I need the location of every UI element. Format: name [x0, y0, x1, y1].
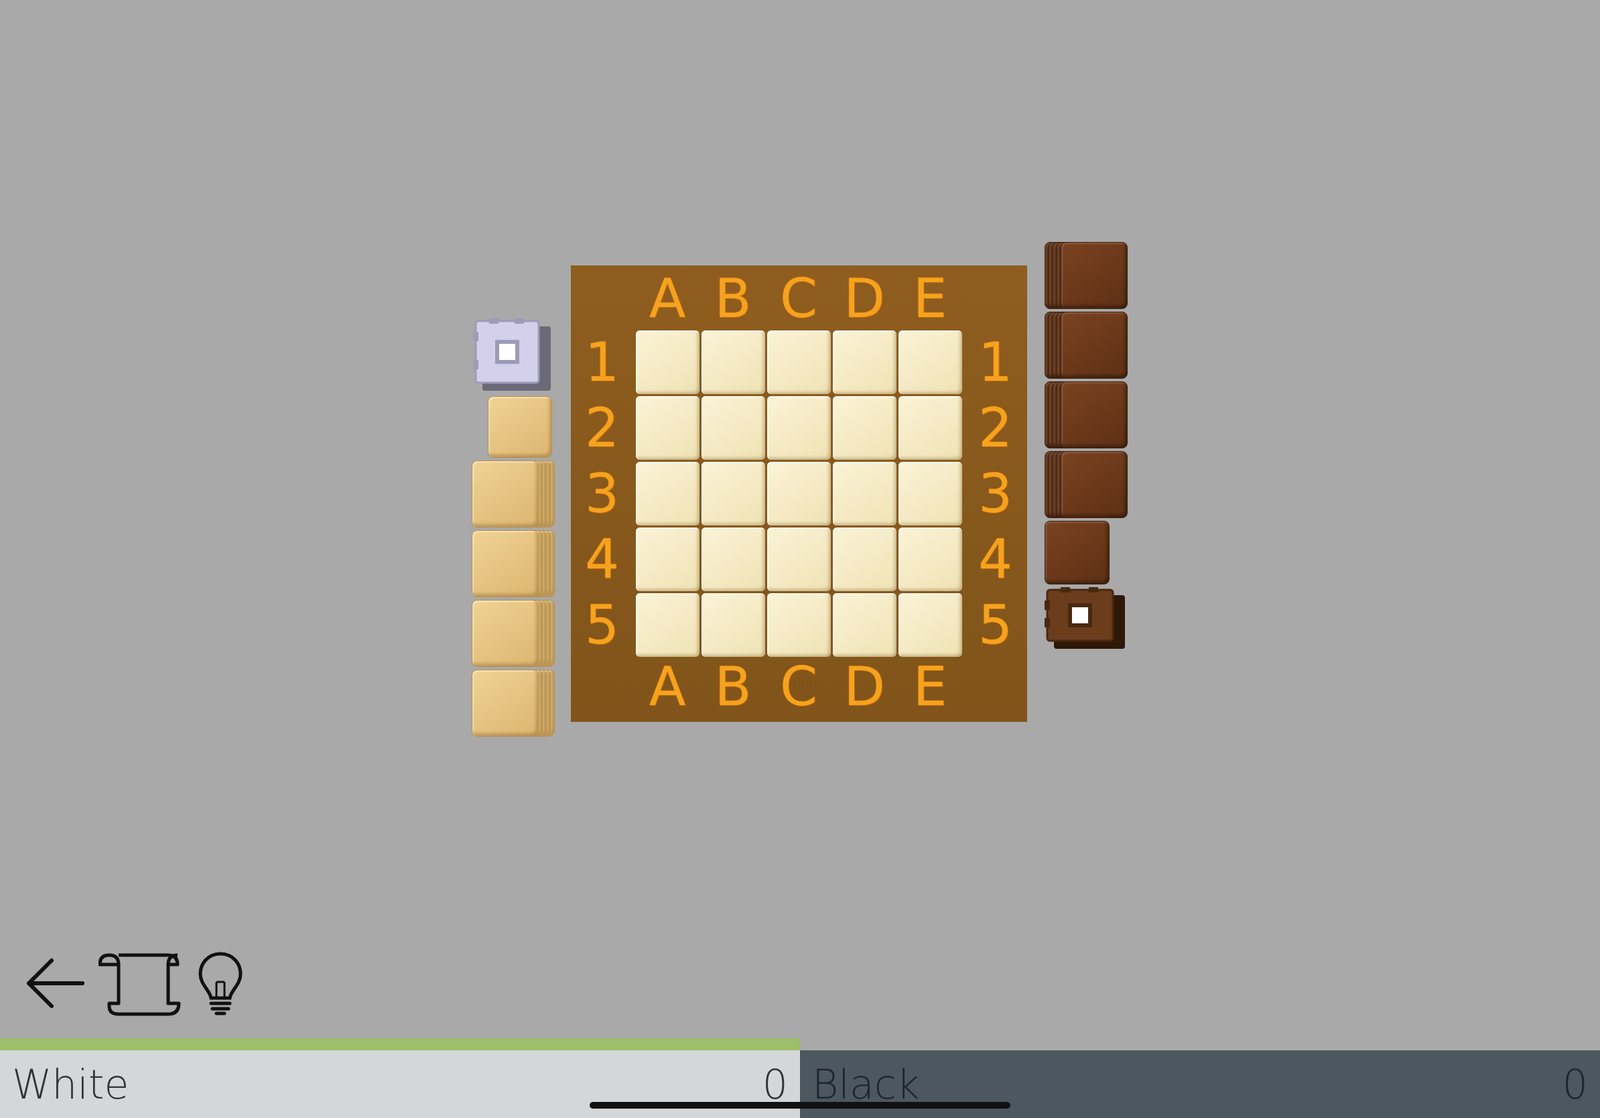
board-cell[interactable] [767, 330, 831, 394]
board-cell[interactable] [767, 461, 831, 526]
board-cell[interactable] [832, 592, 897, 657]
back-arrow-icon[interactable] [22, 949, 87, 1017]
board-corner [964, 265, 1028, 329]
board-label: C [767, 265, 831, 329]
player-score: 0 [1562, 1060, 1588, 1108]
flat-piece[interactable] [471, 529, 539, 597]
board-cell[interactable] [898, 592, 963, 657]
board-cell[interactable] [701, 330, 766, 394]
flat-stack[interactable] [1044, 520, 1110, 585]
board-label: E [898, 658, 963, 722]
board-cell[interactable] [701, 592, 766, 657]
flat-stack[interactable] [1044, 450, 1128, 518]
board-cell[interactable] [635, 395, 700, 460]
flat-piece[interactable] [1060, 450, 1128, 518]
board-cell[interactable] [635, 592, 700, 657]
board-corner [570, 658, 634, 722]
flat-stack[interactable] [471, 669, 555, 737]
flat-piece[interactable] [1060, 241, 1128, 309]
board-corner [964, 658, 1028, 722]
board-label: 3 [964, 461, 1028, 526]
flat-piece[interactable] [1060, 311, 1128, 379]
board-cell[interactable] [767, 527, 831, 591]
board-cell[interactable] [767, 592, 831, 657]
turn-indicator [0, 1037, 800, 1050]
board-label: A [635, 265, 700, 329]
capstone-piece[interactable] [1044, 586, 1129, 652]
board-label: D [832, 658, 897, 722]
flat-stack[interactable] [1044, 311, 1128, 379]
board-label: E [898, 265, 963, 329]
board-cell[interactable] [898, 330, 963, 394]
scroll-icon[interactable] [98, 949, 185, 1017]
flat-stack[interactable] [487, 395, 555, 458]
player-score: 0 [762, 1060, 788, 1108]
board-cell[interactable] [898, 527, 963, 591]
player-name: White [12, 1060, 129, 1108]
flat-stack[interactable] [471, 460, 555, 528]
board-label: D [832, 265, 897, 329]
flat-piece[interactable] [471, 669, 539, 737]
board-label: 4 [570, 527, 634, 591]
board-cell[interactable] [832, 461, 897, 526]
lightbulb-icon[interactable] [196, 949, 245, 1017]
flat-piece[interactable] [1044, 520, 1110, 585]
board-label: 1 [570, 330, 634, 394]
player-name: Black [812, 1060, 920, 1108]
flat-piece[interactable] [1060, 381, 1128, 449]
board-cell[interactable] [635, 461, 700, 526]
board-cell[interactable] [832, 395, 897, 460]
board-label: 5 [964, 592, 1028, 657]
board-cell[interactable] [635, 527, 700, 591]
board-cell[interactable] [832, 527, 897, 591]
board-label: 1 [964, 330, 1028, 394]
board-label: C [767, 658, 831, 722]
flat-piece[interactable] [471, 599, 539, 667]
flat-piece[interactable] [487, 395, 553, 458]
board-cell[interactable] [701, 461, 766, 526]
board-label: B [701, 658, 766, 722]
white-reserve [471, 318, 555, 737]
board-label: A [635, 658, 700, 722]
board-label: 5 [570, 592, 634, 657]
board-cell[interactable] [701, 527, 766, 591]
flat-stack[interactable] [1044, 381, 1128, 449]
board-label: 2 [570, 395, 634, 460]
flat-piece[interactable] [471, 460, 539, 528]
board-label: 2 [964, 395, 1028, 460]
flat-stack[interactable] [471, 529, 555, 597]
turn-indicator [800, 1037, 1600, 1050]
home-indicator [589, 1101, 1011, 1109]
board-label: 3 [570, 461, 634, 526]
board-cell[interactable] [701, 395, 766, 460]
board-label: 4 [964, 527, 1028, 591]
board-cell[interactable] [832, 330, 897, 394]
flat-stack[interactable] [471, 599, 555, 667]
game-board: ABCDE1122334455ABCDE [570, 265, 1028, 722]
board-cell[interactable] [635, 330, 700, 394]
flat-stack[interactable] [1044, 241, 1128, 309]
black-reserve [1044, 241, 1129, 652]
capstone-piece[interactable] [473, 318, 555, 394]
board-cell[interactable] [767, 395, 831, 460]
board-cell[interactable] [898, 395, 963, 460]
board-corner [570, 265, 634, 329]
board-cell[interactable] [898, 461, 963, 526]
board-label: B [701, 265, 766, 329]
